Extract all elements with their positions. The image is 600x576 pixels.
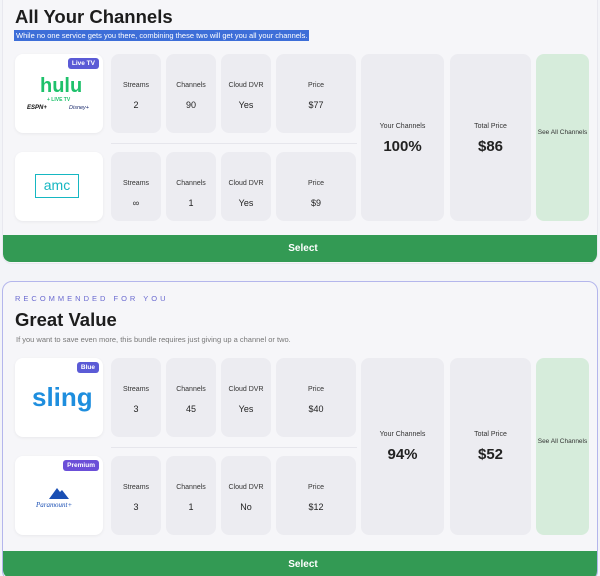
- service-logo-paramount[interactable]: Premium Paramount+: [15, 456, 103, 535]
- service-badge: Live TV: [67, 58, 99, 69]
- mountain-icon: [49, 488, 69, 499]
- amc-logo: amc: [35, 174, 79, 198]
- total-price-value: $86: [477, 138, 504, 155]
- your-channels-label: Your Channels: [379, 431, 426, 438]
- your-channels-value: 94%: [387, 446, 418, 463]
- metric-streams: Streams ∞: [111, 152, 161, 221]
- service-logo-amc[interactable]: amc: [15, 152, 103, 221]
- metric-price: Price $12: [276, 456, 356, 535]
- bundle-subtitle: While no one service gets you there, com…: [14, 30, 310, 41]
- see-all-channels-label: See All Channels: [537, 129, 588, 136]
- service-logo-sling[interactable]: Blue sling: [15, 358, 103, 437]
- paramount-logo: Paramount+: [36, 501, 73, 509]
- see-all-channels-label: See All Channels: [537, 438, 588, 445]
- service-badge: Blue: [76, 362, 99, 373]
- see-all-channels-button[interactable]: See All Channels: [536, 358, 589, 535]
- your-channels-value: 100%: [383, 138, 422, 155]
- total-price-label: Total Price: [474, 431, 507, 438]
- service-logo-hulu[interactable]: Live TV hulu + LIVE TV ESPN+ Disney+: [15, 54, 103, 133]
- metric-cloud-dvr: Cloud DVR No: [221, 456, 271, 535]
- service-badge: Premium: [63, 460, 99, 471]
- bundle-subtitle: If you want to save even more, this bund…: [16, 335, 291, 344]
- metric-streams: Streams 3: [111, 456, 161, 535]
- espn-plus-logo: ESPN+: [27, 105, 47, 111]
- total-price-value: $52: [477, 446, 504, 463]
- metric-cloud-dvr: Cloud DVR Yes: [221, 358, 271, 437]
- metric-channels: Channels 45: [166, 358, 216, 437]
- your-channels-summary: Your Channels 94%: [361, 358, 444, 535]
- metric-cloud-dvr: Cloud DVR Yes: [221, 152, 271, 221]
- metric-channels: Channels 90: [166, 54, 216, 133]
- hulu-live-tv-label: + LIVE TV: [47, 97, 71, 103]
- sling-logo: sling: [32, 382, 93, 412]
- bundle-card-all-channels: All Your Channels While no one service g…: [2, 0, 598, 264]
- total-price-label: Total Price: [474, 123, 507, 130]
- metric-streams: Streams 3: [111, 358, 161, 437]
- your-channels-label: Your Channels: [379, 123, 426, 130]
- hulu-logo: hulu: [40, 75, 83, 97]
- metric-channels: Channels 1: [166, 152, 216, 221]
- row-divider: [111, 447, 357, 448]
- select-button[interactable]: Select: [3, 235, 597, 262]
- metric-price: Price $77: [276, 54, 356, 133]
- metric-channels: Channels 1: [166, 456, 216, 535]
- metric-cloud-dvr: Cloud DVR Yes: [221, 54, 271, 133]
- metric-price: Price $9: [276, 152, 356, 221]
- disney-plus-logo: Disney+: [69, 105, 90, 111]
- recommended-label: RECOMMENDED FOR YOU: [15, 294, 169, 303]
- bundle-title: All Your Channels: [15, 6, 173, 27]
- total-price-summary: Total Price $52: [450, 358, 531, 535]
- your-channels-summary: Your Channels 100%: [361, 54, 444, 221]
- row-divider: [111, 143, 357, 144]
- select-button[interactable]: Select: [3, 551, 597, 576]
- metric-streams: Streams 2: [111, 54, 161, 133]
- total-price-summary: Total Price $86: [450, 54, 531, 221]
- metric-price: Price $40: [276, 358, 356, 437]
- bundle-title: Great Value: [15, 309, 117, 330]
- see-all-channels-button[interactable]: See All Channels: [536, 54, 589, 221]
- bundle-card-great-value: RECOMMENDED FOR YOU Great Value If you w…: [2, 281, 598, 576]
